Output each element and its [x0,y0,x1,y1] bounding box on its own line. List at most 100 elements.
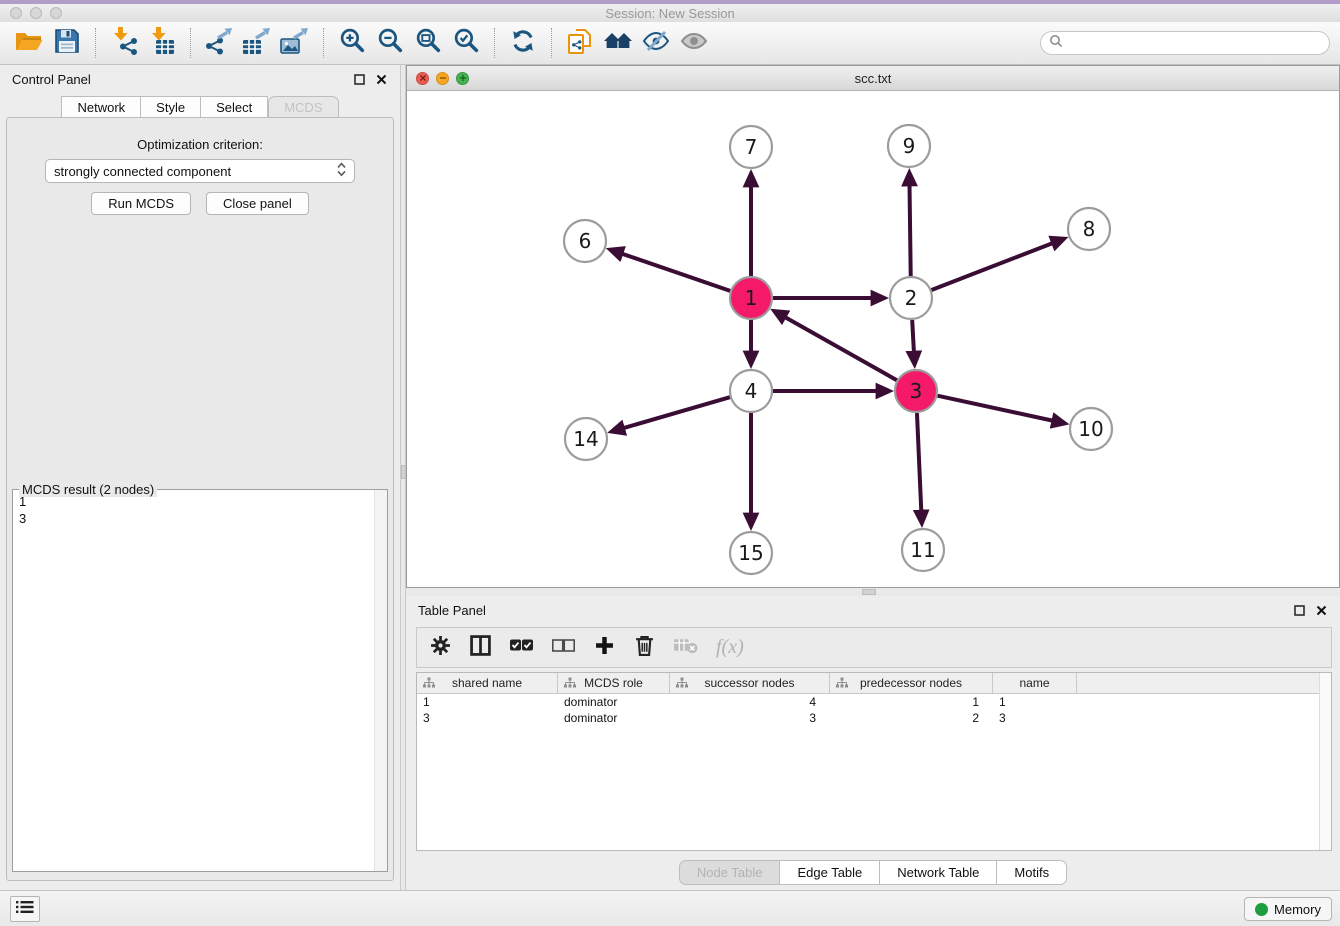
float-panel-icon[interactable] [1293,604,1306,617]
tab-style[interactable]: Style [141,96,201,118]
zoom-out-button[interactable] [371,26,409,60]
cell-MCDS-role[interactable]: dominator [558,710,670,726]
graph-edge-1-6[interactable] [623,254,730,291]
graph-node-2[interactable]: 2 [890,277,932,319]
save-button[interactable] [48,26,86,60]
network-canvas[interactable]: 7 9 6 8 1 2 4 3 14 10 15 11 [407,91,1339,587]
column-label: predecessor nodes [860,676,962,690]
tab-select[interactable]: Select [201,96,268,118]
svg-text:9: 9 [903,134,916,158]
horizontal-splitter[interactable] [406,588,1340,596]
tab-motifs[interactable]: Motifs [997,860,1067,885]
gear-button[interactable] [429,635,451,661]
deselect-all-button[interactable] [552,635,575,661]
memory-status-icon [1255,903,1268,916]
search-field[interactable] [1040,31,1330,55]
homes-icon [603,29,633,58]
optimization-criterion-select[interactable]: strongly connected component [45,159,355,183]
refresh-button[interactable] [504,26,542,60]
cell-predecessor-nodes[interactable]: 2 [830,710,993,726]
zoom-fit-button[interactable] [409,26,447,60]
table-row[interactable]: 3dominator323 [417,710,1331,726]
add-column-button[interactable] [593,635,615,661]
zoom-selected-button[interactable] [447,26,485,60]
svg-text:14: 14 [573,427,598,451]
result-scrollbar[interactable] [374,490,387,871]
cell-shared-name[interactable]: 3 [417,710,558,726]
graph-edge-2-9[interactable] [910,186,911,276]
export-network-button[interactable] [200,26,238,60]
table-scrollbar[interactable] [1319,673,1331,850]
tab-network[interactable]: Network [61,96,141,118]
folder-open-button[interactable] [10,26,48,60]
tab-network-table[interactable]: Network Table [880,860,997,885]
eye-slash-button[interactable] [637,26,675,60]
import-network-button[interactable] [105,26,143,60]
graph-edge-4-14[interactable] [624,397,729,428]
trash-button[interactable] [633,635,655,661]
tab-mcds[interactable]: MCDS [268,96,338,118]
search-input[interactable] [1068,36,1321,51]
network-view-window: scc.txt 7 9 6 8 1 2 4 3 14 10 15 11 [406,65,1340,588]
close-panel-icon[interactable] [1315,604,1328,617]
column-header-MCDS-role[interactable]: MCDS role [558,673,670,693]
graph-node-8[interactable]: 8 [1068,208,1110,250]
close-panel-icon[interactable] [375,73,388,86]
graph-edge-3-1[interactable] [786,318,897,381]
column-header-successor-nodes[interactable]: successor nodes [670,673,830,693]
cell-shared-name[interactable]: 1 [417,694,558,710]
graph-node-15[interactable]: 15 [730,532,772,574]
cell-name[interactable]: 1 [993,694,1077,710]
homes-button[interactable] [599,26,637,60]
graph-node-3[interactable]: 3 [895,370,937,412]
select-all-button[interactable] [509,635,534,661]
memory-button[interactable]: Memory [1244,897,1332,921]
import-table-icon [148,27,176,60]
column-label: name [1019,676,1049,690]
column-header-name[interactable]: name [993,673,1077,693]
trash-icon [635,635,654,661]
cell-successor-nodes[interactable]: 4 [670,694,830,710]
eye-button[interactable] [675,26,713,60]
splitter-handle[interactable] [862,589,876,595]
export-image-button[interactable] [276,26,314,60]
run-mcds-button[interactable]: Run MCDS [91,192,191,215]
eye-slash-icon [641,29,671,58]
svg-text:7: 7 [745,135,758,159]
graph-node-9[interactable]: 9 [888,125,930,167]
graph-edge-2-8[interactable] [932,243,1052,290]
graph-edge-3-10[interactable] [937,396,1051,421]
import-table-button[interactable] [143,26,181,60]
cell-MCDS-role[interactable]: dominator [558,694,670,710]
graph-node-6[interactable]: 6 [564,220,606,262]
mcds-result-text[interactable]: 1 3 [13,490,387,871]
graph-node-1[interactable]: 1 [730,277,772,319]
graph-node-4[interactable]: 4 [730,370,772,412]
column-header-predecessor-nodes[interactable]: predecessor nodes [830,673,993,693]
table-row[interactable]: 1dominator411 [417,694,1331,710]
graph-edge-2-3[interactable] [912,320,914,351]
deselect-all-icon [552,639,575,657]
graph-node-10[interactable]: 10 [1070,408,1112,450]
column-header-shared-name[interactable]: shared name [417,673,558,693]
clone-network-button[interactable] [561,26,599,60]
tab-edge-table[interactable]: Edge Table [780,860,880,885]
graph-edge-3-11[interactable] [917,413,921,510]
table-body: 1dominator4113dominator323 [417,694,1331,726]
graph-node-11[interactable]: 11 [902,529,944,571]
import-network-icon [110,27,138,60]
control-panel-title: Control Panel [12,72,91,87]
cell-successor-nodes[interactable]: 3 [670,710,830,726]
table-columns-button[interactable] [469,635,491,661]
tab-node-table[interactable]: Node Table [679,860,781,885]
graph-node-7[interactable]: 7 [730,126,772,168]
graph-node-14[interactable]: 14 [565,418,607,460]
close-panel-button[interactable]: Close panel [206,192,309,215]
zoom-in-button[interactable] [333,26,371,60]
network-window-titlebar: scc.txt [407,66,1339,91]
export-table-button[interactable] [238,26,276,60]
task-history-button[interactable] [10,896,40,922]
float-panel-icon[interactable] [353,73,366,86]
cell-name[interactable]: 3 [993,710,1077,726]
cell-predecessor-nodes[interactable]: 1 [830,694,993,710]
